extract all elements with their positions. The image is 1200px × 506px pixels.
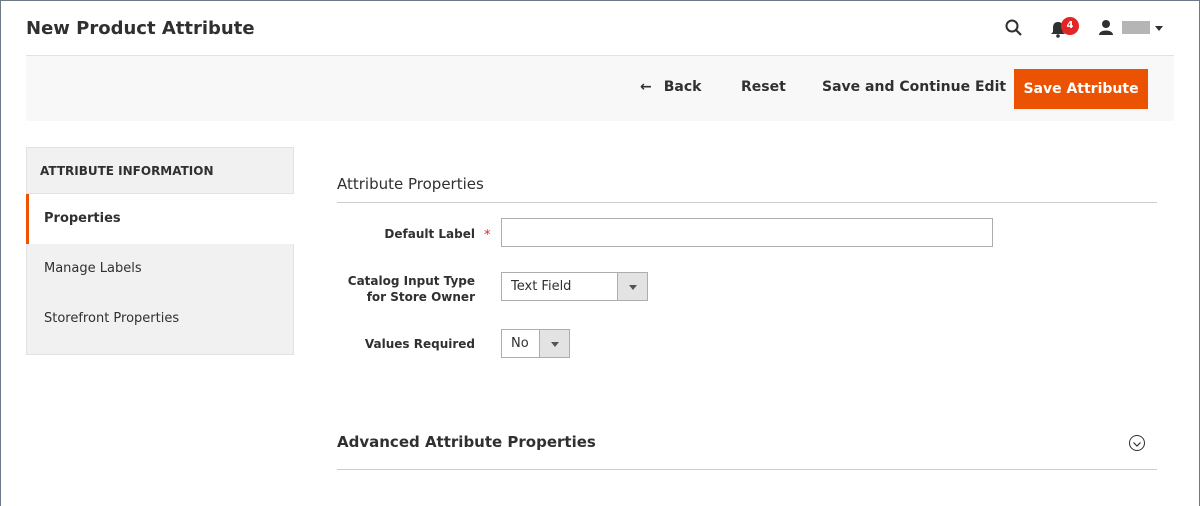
- default-label-input[interactable]: [501, 218, 993, 247]
- save-attribute-button[interactable]: Save Attribute: [1014, 69, 1148, 109]
- action-bar: ← Back Reset Save and Continue Edit Save …: [26, 55, 1174, 121]
- user-name-redacted[interactable]: [1122, 21, 1150, 34]
- dropdown-arrow-icon[interactable]: [617, 273, 647, 300]
- search-icon[interactable]: [1005, 19, 1023, 37]
- back-button[interactable]: ← Back: [640, 79, 701, 95]
- reset-button[interactable]: Reset: [741, 79, 786, 95]
- advanced-properties-toggle[interactable]: Advanced Attribute Properties: [337, 433, 596, 451]
- sidebar-item-storefront-properties[interactable]: Storefront Properties: [26, 294, 294, 355]
- save-continue-button[interactable]: Save and Continue Edit: [822, 79, 1006, 95]
- sidebar-item-properties[interactable]: Properties: [26, 194, 294, 244]
- values-required-label: Values Required: [364, 337, 475, 351]
- required-asterisk: *: [484, 228, 491, 243]
- user-icon[interactable]: [1098, 19, 1114, 35]
- section-title: Attribute Properties: [337, 175, 484, 193]
- default-label-label: Default Label: [384, 227, 475, 241]
- divider: [337, 469, 1157, 470]
- user-menu-chevron-icon[interactable]: [1155, 26, 1163, 31]
- page-title: New Product Attribute: [26, 18, 255, 39]
- notification-badge: 4: [1061, 17, 1079, 35]
- divider: [337, 202, 1157, 203]
- sidebar: ATTRIBUTE INFORMATION Properties Manage …: [26, 147, 294, 355]
- arrow-left-icon: ←: [640, 79, 652, 95]
- sidebar-item-manage-labels[interactable]: Manage Labels: [26, 244, 294, 294]
- input-type-select[interactable]: Text Field: [501, 272, 648, 301]
- dropdown-arrow-icon[interactable]: [539, 330, 569, 357]
- input-type-label: Catalog Input Type for Store Owner: [347, 274, 475, 304]
- expand-chevron-icon[interactable]: [1129, 435, 1145, 451]
- values-required-select[interactable]: No: [501, 329, 570, 358]
- sidebar-heading: ATTRIBUTE INFORMATION: [26, 147, 294, 194]
